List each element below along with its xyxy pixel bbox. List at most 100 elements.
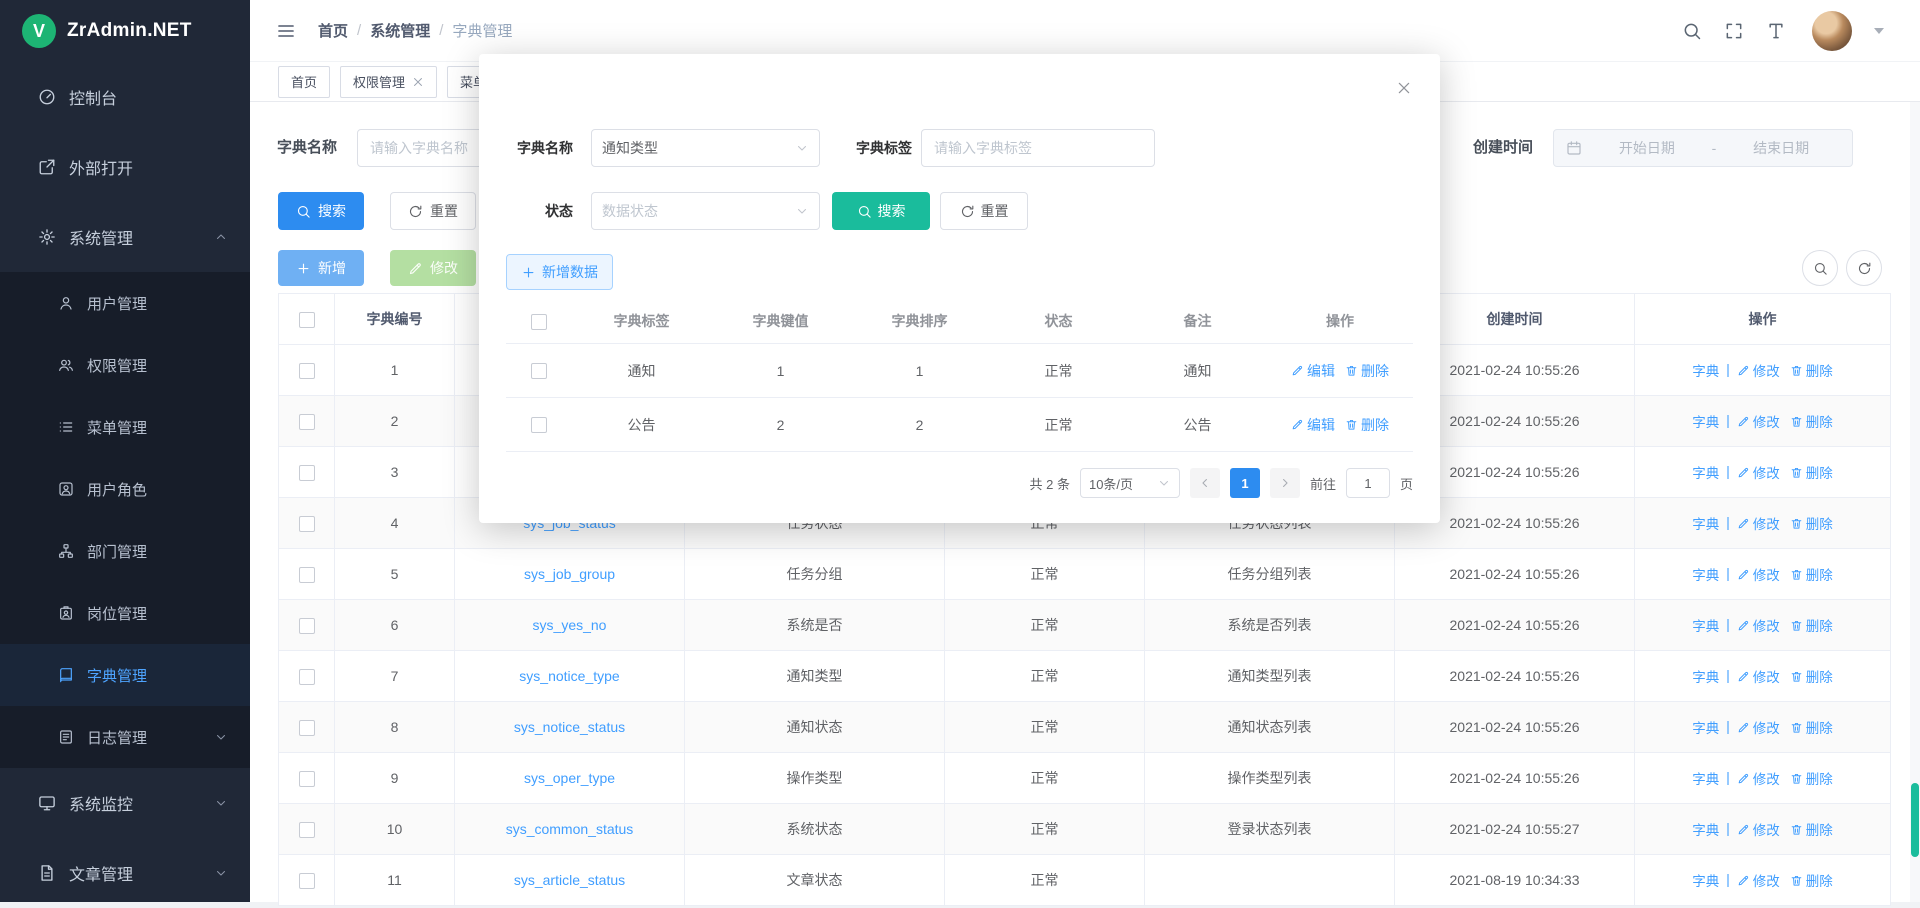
row-delete-link[interactable]: 删除 [1790, 819, 1833, 839]
dict-name-select[interactable]: 通知类型 [591, 129, 820, 167]
row-edit-link[interactable]: 修改 [1737, 564, 1780, 584]
refresh-table-button[interactable] [1846, 250, 1882, 286]
dict-type-link[interactable]: sys_job_group [455, 549, 685, 600]
vertical-scrollbar-thumb[interactable] [1911, 783, 1919, 857]
user-avatar[interactable] [1812, 11, 1852, 51]
sidebar-item-system-monitor[interactable]: 系统监控 [0, 768, 250, 838]
dict-data-link[interactable]: 字典 [1692, 768, 1719, 788]
row-checkbox[interactable] [299, 414, 315, 430]
sidebar-item-departments[interactable]: 部门管理 [0, 520, 250, 582]
avatar-caret-icon[interactable] [1874, 28, 1884, 34]
row-edit-link[interactable]: 修改 [1737, 615, 1780, 635]
row-checkbox[interactable] [299, 465, 315, 481]
row-delete-link[interactable]: 删除 [1790, 564, 1833, 584]
row-checkbox[interactable] [299, 669, 315, 685]
row-checkbox[interactable] [299, 618, 315, 634]
row-edit-link[interactable]: 修改 [1737, 666, 1780, 686]
show-search-toggle-button[interactable] [1802, 250, 1838, 286]
row-delete-link[interactable]: 删除 [1790, 462, 1833, 482]
row-edit-link[interactable]: 编辑 [1291, 361, 1335, 381]
sidebar-item-users[interactable]: 用户管理 [0, 272, 250, 334]
sidebar-item-logs[interactable]: 日志管理 [0, 706, 250, 768]
dict-data-link[interactable]: 字典 [1692, 462, 1719, 482]
edit-button[interactable]: 修改 [390, 250, 476, 286]
row-checkbox[interactable] [531, 417, 547, 433]
status-select[interactable]: 数据状态 [591, 192, 820, 230]
tab-permissions[interactable]: 权限管理 [340, 66, 437, 98]
sidebar-item-dictionary[interactable]: 字典管理 [0, 644, 250, 706]
row-edit-link[interactable]: 修改 [1737, 870, 1780, 890]
dialog-reset-button[interactable]: 重置 [940, 192, 1028, 230]
row-edit-link[interactable]: 修改 [1737, 462, 1780, 482]
sidebar-item-posts[interactable]: 岗位管理 [0, 582, 250, 644]
row-edit-link[interactable]: 修改 [1737, 411, 1780, 431]
search-button[interactable]: 搜索 [278, 192, 364, 230]
row-checkbox[interactable] [299, 363, 315, 379]
font-size-button[interactable] [1766, 21, 1786, 41]
dict-data-link[interactable]: 字典 [1692, 360, 1719, 380]
dict-type-link[interactable]: sys_common_status [455, 804, 685, 855]
row-edit-link[interactable]: 修改 [1737, 768, 1780, 788]
row-checkbox[interactable] [299, 771, 315, 787]
row-delete-link[interactable]: 删除 [1790, 615, 1833, 635]
tab-close-icon[interactable] [412, 76, 424, 88]
create-time-range-picker[interactable]: 开始日期 - 结束日期 [1553, 129, 1853, 167]
dict-type-link[interactable]: sys_yes_no [455, 600, 685, 651]
sidebar-item-permissions[interactable]: 权限管理 [0, 334, 250, 396]
select-all-checkbox[interactable] [531, 314, 547, 330]
dict-data-link[interactable]: 字典 [1692, 564, 1719, 584]
row-edit-link[interactable]: 修改 [1737, 513, 1780, 533]
sidebar-item-dashboard[interactable]: 控制台 [0, 62, 250, 132]
row-delete-link[interactable]: 删除 [1790, 666, 1833, 686]
page-size-select[interactable]: 10条/页 [1080, 468, 1180, 498]
row-checkbox[interactable] [299, 516, 315, 532]
row-checkbox[interactable] [299, 822, 315, 838]
dict-data-link[interactable]: 字典 [1692, 870, 1719, 890]
dict-data-link[interactable]: 字典 [1692, 819, 1719, 839]
tab-home[interactable]: 首页 [278, 66, 330, 98]
vertical-scrollbar-track[interactable] [1910, 102, 1920, 902]
fullscreen-button[interactable] [1724, 21, 1744, 41]
dict-label-input[interactable] [921, 129, 1155, 167]
row-edit-link[interactable]: 修改 [1737, 819, 1780, 839]
global-search-button[interactable] [1682, 21, 1702, 41]
row-checkbox[interactable] [299, 720, 315, 736]
dict-type-link[interactable]: sys_oper_type [455, 753, 685, 804]
dialog-close-button[interactable] [1396, 80, 1412, 96]
sidebar-item-articles[interactable]: 文章管理 [0, 838, 250, 908]
goto-page-input[interactable] [1346, 468, 1390, 498]
add-dict-data-button[interactable]: 新增数据 [506, 254, 613, 290]
dict-type-link[interactable]: sys_article_status [455, 855, 685, 906]
row-checkbox[interactable] [299, 567, 315, 583]
dict-type-link[interactable]: sys_notice_type [455, 651, 685, 702]
row-delete-link[interactable]: 删除 [1345, 361, 1389, 381]
row-delete-link[interactable]: 删除 [1790, 360, 1833, 380]
dict-data-link[interactable]: 字典 [1692, 411, 1719, 431]
dict-data-link[interactable]: 字典 [1692, 615, 1719, 635]
row-delete-link[interactable]: 删除 [1790, 411, 1833, 431]
row-delete-link[interactable]: 删除 [1790, 513, 1833, 533]
add-button[interactable]: 新增 [278, 250, 364, 286]
sidebar-item-user-roles[interactable]: 用户角色 [0, 458, 250, 520]
sidebar-toggle-button[interactable] [276, 21, 296, 41]
row-delete-link[interactable]: 删除 [1790, 717, 1833, 737]
dict-data-link[interactable]: 字典 [1692, 717, 1719, 737]
dialog-search-button[interactable]: 搜索 [832, 192, 930, 230]
next-page-button[interactable] [1270, 468, 1300, 498]
dict-type-link[interactable]: sys_notice_status [455, 702, 685, 753]
current-page-button[interactable]: 1 [1230, 468, 1260, 498]
reset-button[interactable]: 重置 [390, 192, 476, 230]
row-delete-link[interactable]: 删除 [1790, 768, 1833, 788]
breadcrumb-system[interactable]: 系统管理 [370, 20, 430, 41]
prev-page-button[interactable] [1190, 468, 1220, 498]
row-edit-link[interactable]: 修改 [1737, 717, 1780, 737]
row-delete-link[interactable]: 删除 [1790, 870, 1833, 890]
breadcrumb-home[interactable]: 首页 [318, 20, 348, 41]
row-delete-link[interactable]: 删除 [1345, 415, 1389, 435]
row-checkbox[interactable] [299, 873, 315, 889]
dict-data-link[interactable]: 字典 [1692, 666, 1719, 686]
row-checkbox[interactable] [531, 363, 547, 379]
dict-data-link[interactable]: 字典 [1692, 513, 1719, 533]
sidebar-item-external[interactable]: 外部打开 [0, 132, 250, 202]
sidebar-item-system-management[interactable]: 系统管理 [0, 202, 250, 272]
